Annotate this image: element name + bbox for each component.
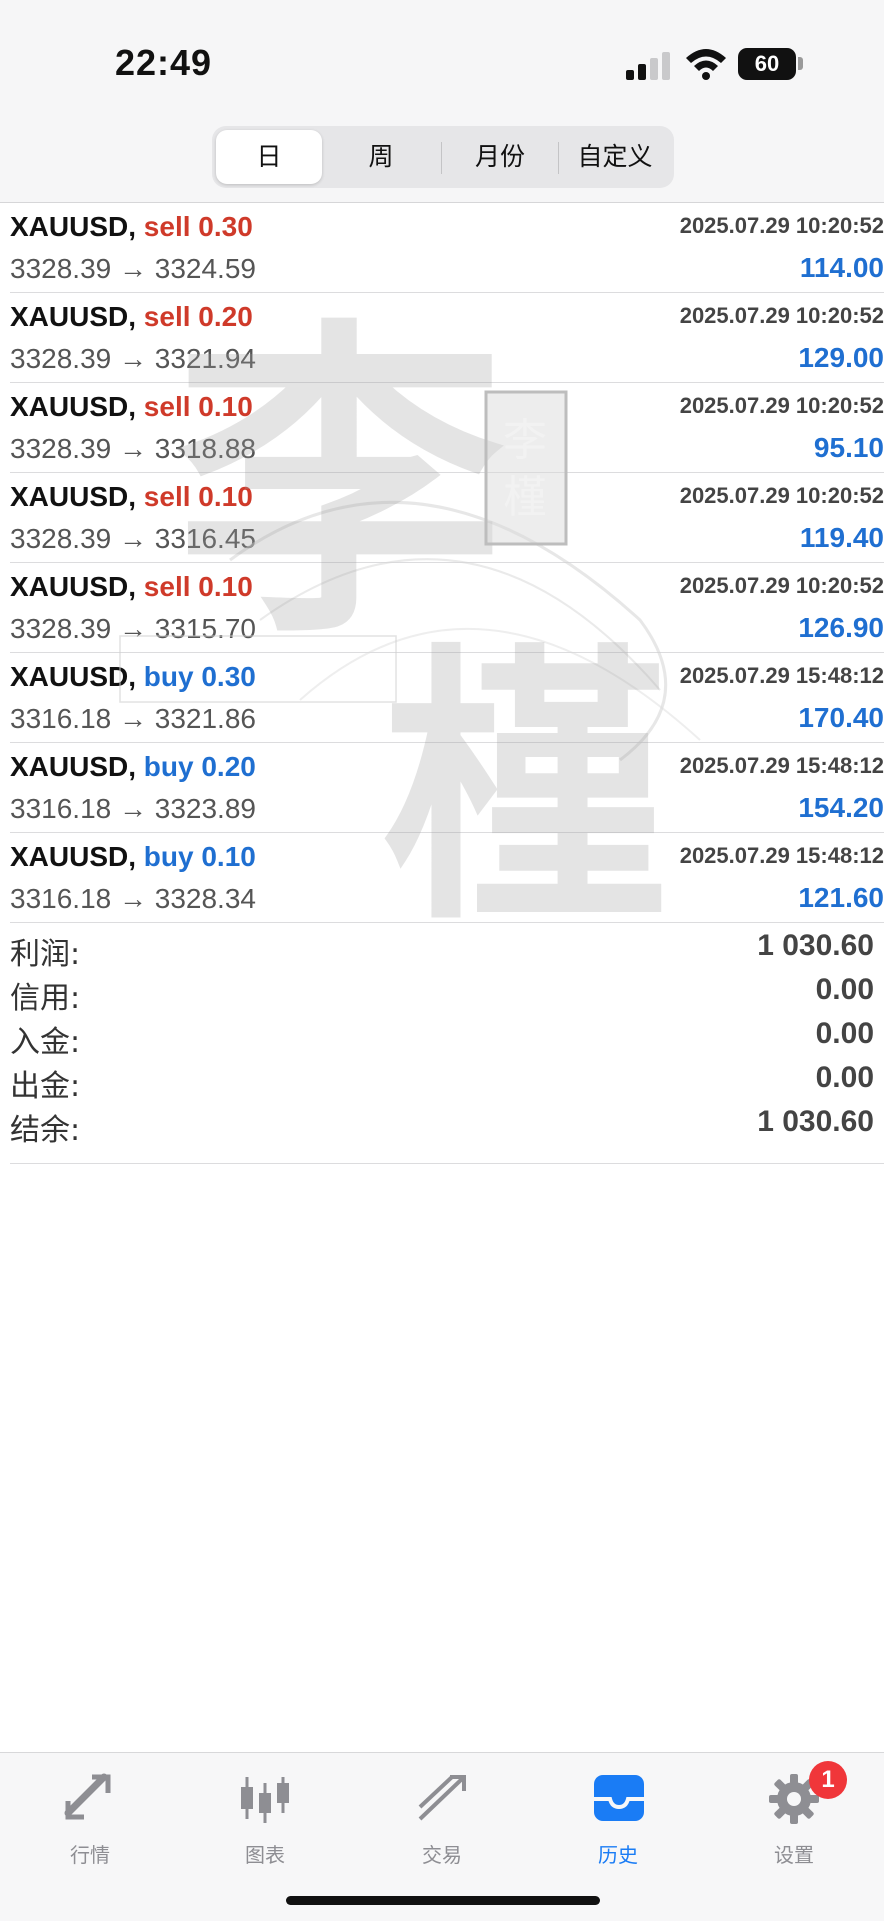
tab-quotes[interactable]: 行情: [30, 1767, 150, 1877]
trade-side: sell: [143, 481, 191, 512]
trade-profit: 126.90: [798, 612, 884, 643]
trade-time: 2025.07.29 15:48:12: [679, 753, 884, 778]
trade-side: sell: [143, 571, 191, 602]
summary-withdrawal: 出金: 0.00: [10, 1061, 874, 1104]
trade-profit: 154.20: [798, 792, 884, 823]
trade-side: sell: [143, 301, 191, 332]
trade-symbol: XAUUSD,: [10, 661, 137, 692]
trade-volume: 0.10: [198, 391, 253, 422]
status-time: 22:49: [115, 42, 213, 83]
tab-trade[interactable]: 交易: [382, 1767, 502, 1877]
trade-side: sell: [143, 391, 191, 422]
trade-symbol: XAUUSD,: [10, 841, 137, 872]
trade-icon: [418, 1775, 466, 1821]
trade-prices: 3316.18 → 3321.86: [10, 703, 256, 734]
tab-history[interactable]: 历史: [558, 1767, 678, 1877]
trade-time: 2025.07.29 15:48:12: [679, 843, 884, 868]
tab-chart[interactable]: 图表: [205, 1767, 325, 1877]
trade-profit: 119.40: [799, 522, 884, 553]
summary-credit: 信用: 0.00: [10, 973, 874, 1016]
summary-profit: 利润: 1 030.60: [10, 929, 874, 972]
status-bar: 22:49 60: [0, 0, 884, 120]
summary-balance: 结余: 1 030.60: [10, 1105, 874, 1148]
chart-candles-icon: [241, 1777, 289, 1823]
trade-time: 2025.07.29 15:48:12: [679, 663, 884, 688]
trade-side: buy: [143, 661, 194, 692]
trade-time: 2025.07.29 10:20:52: [679, 303, 884, 328]
trade-volume: 0.10: [201, 841, 256, 872]
tab-month[interactable]: 月份: [444, 130, 556, 184]
history-inbox-icon: [594, 1775, 644, 1821]
trade-profit: 170.40: [798, 702, 884, 733]
settings-badge: 1: [809, 1761, 847, 1799]
cellular-signal-icon: [626, 50, 672, 80]
trade-profit: 95.10: [813, 432, 884, 463]
trade-volume: 0.20: [198, 301, 253, 332]
trade-row[interactable]: XAUUSD, buy 0.30 2025.07.29 15:48:12 331…: [10, 653, 884, 743]
trade-profit: 121.60: [798, 882, 884, 913]
tab-week[interactable]: 周: [326, 130, 436, 184]
trade-prices: 3316.18 → 3323.89: [10, 793, 256, 824]
quotes-icon: [64, 1773, 111, 1820]
trade-symbol: XAUUSD,: [10, 571, 137, 602]
tab-day[interactable]: 日: [216, 130, 322, 184]
trade-symbol: XAUUSD,: [10, 301, 137, 332]
trade-prices: 3328.39 → 3315.70: [10, 613, 256, 644]
trade-symbol: XAUUSD,: [10, 211, 137, 242]
trade-profit: 114.00: [799, 252, 884, 283]
trade-row[interactable]: XAUUSD, sell 0.10 2025.07.29 10:20:52 33…: [10, 383, 884, 473]
trade-row[interactable]: XAUUSD, buy 0.20 2025.07.29 15:48:12 331…: [10, 743, 884, 833]
trade-symbol: XAUUSD,: [10, 751, 137, 782]
trade-volume: 0.30: [201, 661, 256, 692]
trade-volume: 0.10: [198, 571, 253, 602]
home-indicator[interactable]: [286, 1896, 600, 1905]
trade-symbol: XAUUSD,: [10, 481, 137, 512]
trade-prices: 3316.18 → 3328.34: [10, 883, 256, 914]
trade-symbol: XAUUSD,: [10, 391, 137, 422]
tab-custom[interactable]: 自定义: [560, 130, 670, 184]
trade-prices: 3328.39 → 3321.94: [10, 343, 256, 374]
trade-volume: 0.30: [198, 211, 253, 242]
trade-row[interactable]: XAUUSD, sell 0.30 2025.07.29 10:20:52 33…: [10, 203, 884, 293]
wifi-icon: [686, 49, 726, 80]
trade-side: buy: [143, 751, 194, 782]
trade-time: 2025.07.29 10:20:52: [679, 393, 884, 418]
trade-time: 2025.07.29 10:20:52: [679, 213, 884, 238]
trade-row[interactable]: XAUUSD, sell 0.20 2025.07.29 10:20:52 33…: [10, 293, 884, 383]
trade-prices: 3328.39 → 3324.59: [10, 253, 256, 284]
trade-side: sell: [143, 211, 191, 242]
battery-level: 60: [754, 51, 780, 76]
account-summary: 利润: 1 030.60 信用: 0.00 入金: 0.00 出金: 0.00 …: [10, 925, 874, 1148]
trade-time: 2025.07.29 10:20:52: [679, 573, 884, 598]
trade-profit: 129.00: [798, 342, 884, 373]
trade-row[interactable]: XAUUSD, buy 0.10 2025.07.29 15:48:12 331…: [10, 833, 884, 923]
summary-deposit: 入金: 0.00: [10, 1017, 874, 1060]
trade-row[interactable]: XAUUSD, sell 0.10 2025.07.29 10:20:52 33…: [10, 563, 884, 653]
trade-volume: 0.20: [201, 751, 256, 782]
trade-prices: 3328.39 → 3316.45: [10, 523, 256, 554]
trade-side: buy: [143, 841, 194, 872]
trade-list: XAUUSD, sell 0.30 2025.07.29 10:20:52 33…: [0, 203, 884, 923]
trade-volume: 0.10: [198, 481, 253, 512]
trade-time: 2025.07.29 10:20:52: [679, 483, 884, 508]
trade-prices: 3328.39 → 3318.88: [10, 433, 256, 464]
period-segmented-control: 日 周 月份 自定义: [212, 126, 674, 188]
period-selector-bar: 日 周 月份 自定义: [0, 120, 884, 202]
trade-row[interactable]: XAUUSD, sell 0.10 2025.07.29 10:20:52 33…: [10, 473, 884, 563]
